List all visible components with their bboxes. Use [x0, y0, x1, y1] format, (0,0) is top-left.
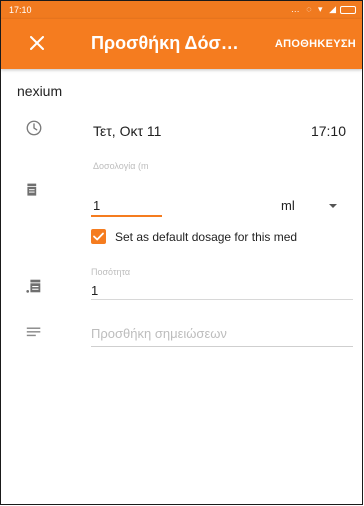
medication-name: nexium: [17, 83, 63, 99]
battery-icon: [340, 5, 356, 14]
pill-box-icon: [25, 181, 45, 201]
page-title: Προσθήκη Δόσ…: [91, 33, 239, 53]
app-screen: 17:10 … ◌ ▾ ◢ Προσθήκη Δόσ… ΑΠΟΘΗΚΕΥΣΗ n…: [0, 0, 363, 505]
status-icons: … ◌ ▾ ◢: [291, 4, 356, 15]
close-button[interactable]: [25, 31, 49, 55]
notes-icon: [25, 323, 45, 343]
notes-input[interactable]: [91, 321, 353, 347]
save-button[interactable]: ΑΠΟΘΗΚΕΥΣΗ: [275, 38, 356, 50]
default-dosage-checkbox[interactable]: [91, 229, 106, 244]
default-dosage-label[interactable]: Set as default dosage for this med: [115, 230, 297, 244]
dosage-input[interactable]: 1: [93, 198, 100, 213]
inventory-icon: [25, 277, 45, 297]
app-bar: Προσθήκη Δόσ… ΑΠΟΘΗΚΕΥΣΗ: [1, 19, 362, 69]
date-field[interactable]: Τετ, Οκτ 11: [93, 123, 161, 139]
clock-icon: [25, 119, 45, 139]
dosage-label: Δοσολογία (m: [93, 161, 149, 171]
close-icon: [30, 36, 44, 50]
quantity-input[interactable]: 1: [91, 283, 98, 298]
status-bar: 17:10 … ◌ ▾ ◢: [1, 1, 362, 19]
dropdown-arrow-icon[interactable]: [329, 204, 337, 208]
checkmark-icon: [93, 232, 104, 241]
quantity-input-underline: [91, 299, 353, 300]
unit-select[interactable]: ml: [281, 198, 295, 213]
time-field[interactable]: 17:10: [311, 123, 346, 139]
status-time: 17:10: [9, 5, 32, 15]
dosage-input-underline: [91, 215, 162, 217]
quantity-label: Ποσότητα: [91, 267, 131, 277]
status-icon-strip: … ◌ ▾ ◢: [290, 4, 338, 14]
